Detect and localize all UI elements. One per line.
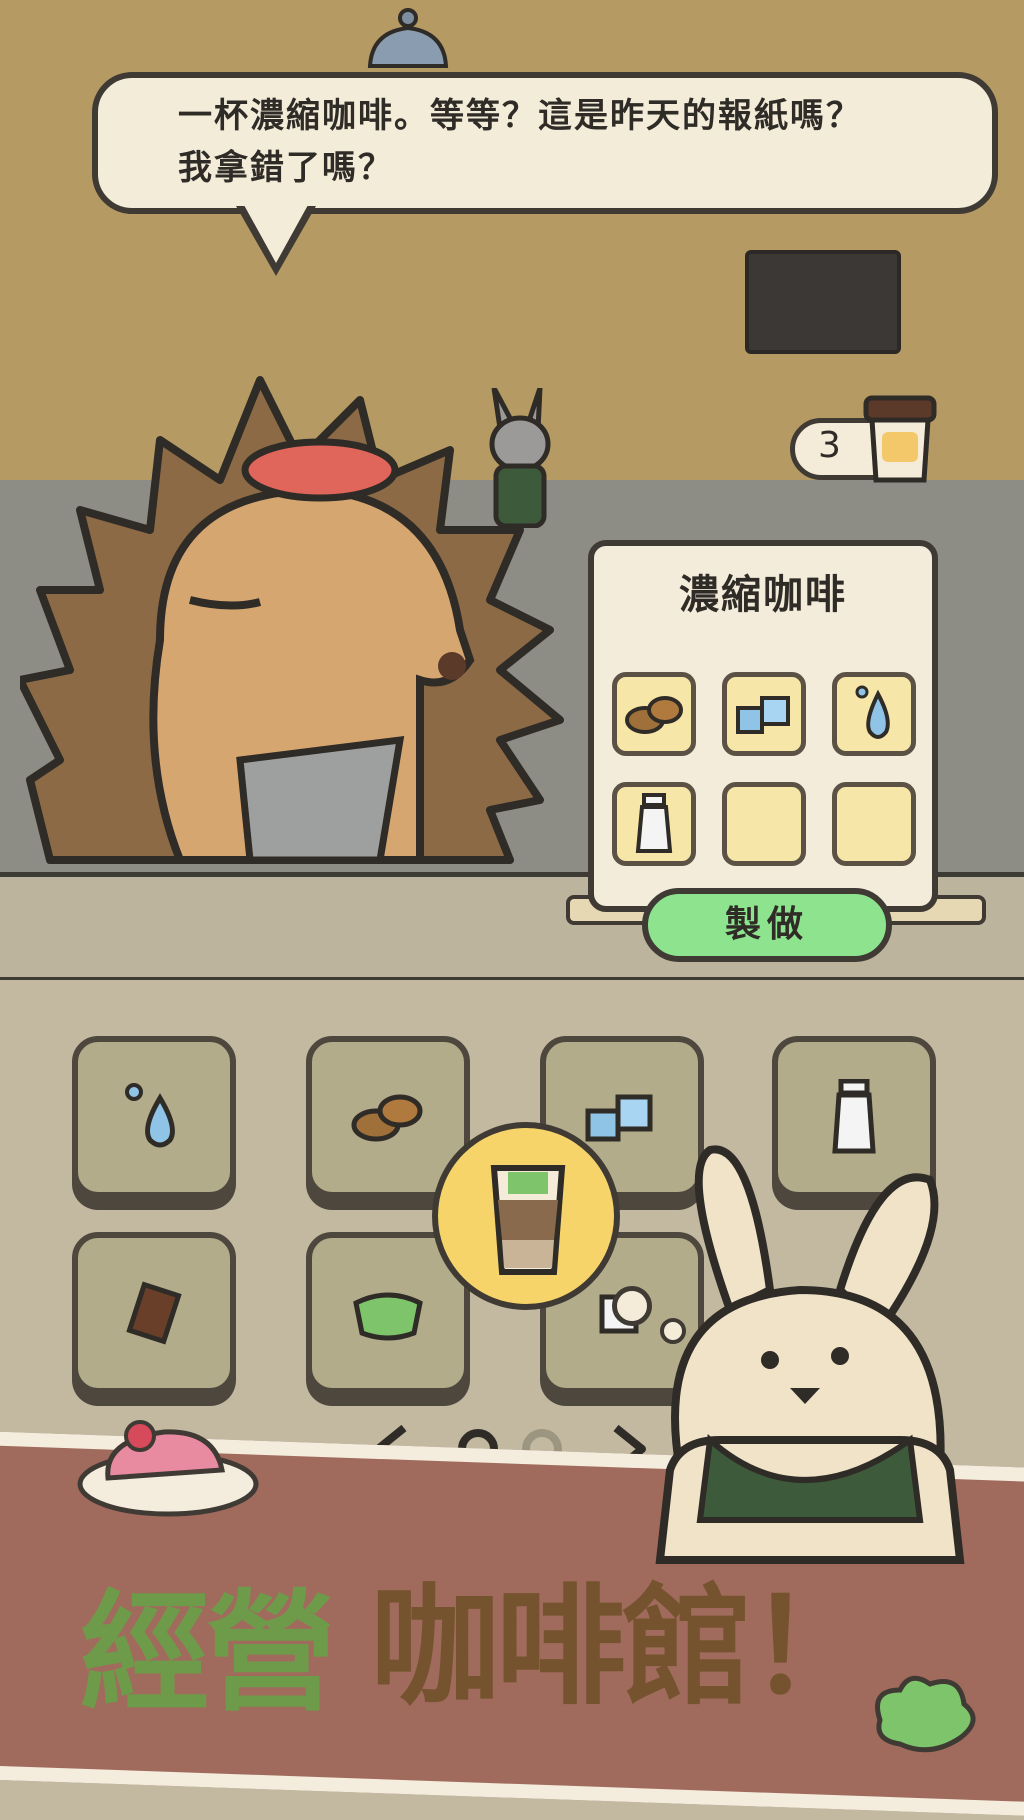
coffee-beans-icon	[351, 1094, 423, 1142]
service-bell-icon	[367, 8, 449, 68]
dialogue-line-1: 一杯濃縮咖啡。等等？這是昨天的報紙嗎？	[178, 96, 862, 136]
banner-title-green: 經營	[80, 1577, 336, 1729]
recipe-slot-6[interactable]	[832, 782, 916, 866]
bunny-staff-background	[489, 388, 551, 528]
ingredient-water[interactable]	[72, 1036, 236, 1198]
matcha-splat-icon	[875, 1675, 976, 1753]
recipe-slot-2[interactable]	[722, 672, 806, 756]
order-count-value: 3	[818, 425, 841, 466]
water-drop-icon	[855, 685, 890, 739]
dialogue-line-2: 我拿錯了嗎？	[178, 148, 394, 188]
chocolate-icon	[126, 1281, 182, 1345]
recipe-slot-1[interactable]	[612, 672, 696, 756]
ingredient-chocolate[interactable]	[72, 1232, 236, 1394]
matcha-bowl-icon	[353, 1292, 423, 1341]
cake-slice-icon	[77, 1420, 259, 1517]
recipe-slot-3[interactable]	[832, 672, 916, 756]
iced-latte-icon	[490, 1165, 566, 1275]
recipe-slot-4[interactable]	[612, 782, 696, 866]
ice-cubes-icon	[736, 696, 790, 734]
hanging-chalkboard-sign	[745, 250, 901, 354]
recipe-title: 濃縮咖啡	[679, 572, 847, 618]
water-drop-icon	[125, 1083, 175, 1148]
bunny-barista	[655, 1145, 965, 1564]
dialogue-text: 一杯濃縮咖啡。等等？這是昨天的報紙嗎？ 我拿錯了嗎？	[178, 90, 958, 194]
coffee-cup-icon	[863, 395, 937, 483]
banner-title-brown: 咖啡館！	[370, 1571, 878, 1723]
recipe-slot-5[interactable]	[722, 782, 806, 866]
ice-cubes-icon	[585, 1094, 653, 1142]
coffee-beans-icon	[625, 696, 683, 734]
make-button[interactable]: 製做	[642, 888, 892, 962]
milk-bottle-icon	[635, 793, 673, 853]
